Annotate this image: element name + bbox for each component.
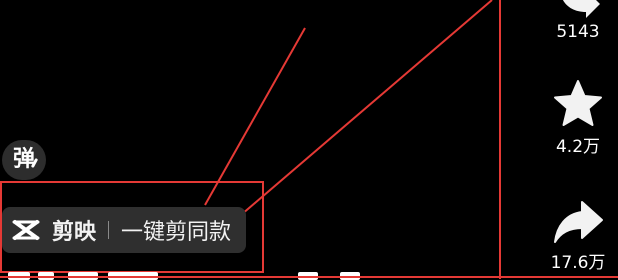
share-icon: [563, 0, 600, 18]
share-action[interactable]: 5143: [530, 0, 618, 42]
annotation-bottom-line: [0, 276, 618, 278]
favorite-count: 4.2万: [555, 137, 601, 157]
capcut-action-label: 一键剪同款: [121, 220, 232, 245]
danmaku-toggle-button[interactable]: 弹: [2, 140, 46, 180]
star-icon: [554, 80, 602, 126]
annotation-right-line: [499, 0, 501, 279]
capcut-divider: [108, 221, 110, 239]
capcut-brand-label: 剪映: [52, 220, 97, 245]
forward-count: 17.6万: [550, 253, 606, 273]
capcut-template-button[interactable]: 剪映 一键剪同款: [2, 207, 246, 253]
forward-icon: [554, 201, 603, 243]
share-count: 5143: [556, 22, 600, 42]
favorite-action[interactable]: 4.2万: [530, 78, 618, 157]
capcut-icon: [8, 207, 44, 253]
forward-action[interactable]: 17.6万: [530, 198, 618, 273]
